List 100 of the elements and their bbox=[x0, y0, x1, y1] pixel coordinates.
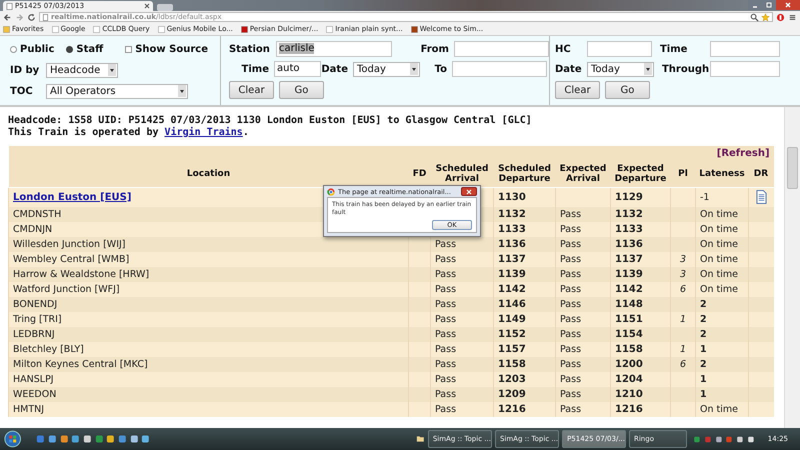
document-icon[interactable] bbox=[756, 190, 767, 204]
refresh-link[interactable]: [Refresh] bbox=[716, 148, 770, 159]
operator-link[interactable]: Virgin Trains bbox=[164, 127, 243, 138]
table-cell: Pass bbox=[430, 372, 494, 386]
table-cell: 1154 bbox=[610, 326, 670, 342]
column-header: Expected Departure bbox=[610, 161, 670, 188]
platform-cell bbox=[670, 236, 696, 252]
station-link[interactable]: London Euston [EUS] bbox=[13, 192, 132, 203]
headcode-field[interactable] bbox=[586, 41, 652, 57]
toc-select[interactable]: All Operators bbox=[46, 84, 188, 98]
from-field[interactable] bbox=[454, 41, 549, 57]
table-cell: Pass bbox=[556, 266, 610, 282]
field-label: TOC bbox=[10, 86, 34, 96]
go-button[interactable]: Go bbox=[604, 81, 650, 99]
radio-button[interactable] bbox=[10, 46, 17, 52]
page-icon bbox=[42, 14, 49, 20]
table-cell: 1132 bbox=[610, 206, 670, 222]
checkbox[interactable] bbox=[125, 46, 132, 52]
date-select[interactable]: Today bbox=[586, 62, 654, 76]
through-field[interactable] bbox=[710, 61, 780, 77]
location-cell: HANSLPJ bbox=[8, 372, 408, 386]
close-icon[interactable] bbox=[144, 3, 150, 9]
platform-cell: 1 bbox=[670, 312, 696, 326]
bookmark-icon bbox=[240, 26, 248, 32]
start-button[interactable] bbox=[4, 429, 22, 449]
bookmark-icon bbox=[3, 26, 10, 32]
column-header: Scheduled Arrival bbox=[430, 161, 494, 188]
radio-label: Staff bbox=[76, 44, 104, 54]
lateness-cell: On time bbox=[696, 206, 748, 222]
to-field[interactable] bbox=[452, 61, 547, 77]
close-button[interactable] bbox=[461, 187, 477, 196]
clear-button[interactable]: Clear bbox=[554, 81, 600, 99]
table-cell: 1139 bbox=[494, 266, 556, 282]
maximize-icon bbox=[764, 1, 774, 9]
field-label: Time bbox=[240, 64, 270, 74]
radio-button[interactable] bbox=[66, 46, 74, 52]
table-cell: 1136 bbox=[494, 236, 556, 252]
table-cell: Pass bbox=[430, 356, 494, 372]
minimize-button[interactable] bbox=[748, 0, 762, 10]
back-icon[interactable] bbox=[3, 12, 12, 22]
go-button[interactable]: Go bbox=[278, 81, 324, 99]
page-icon bbox=[6, 2, 13, 10]
platform-cell bbox=[670, 386, 696, 402]
column-header: Location bbox=[8, 161, 408, 188]
table-cell: 1152 bbox=[494, 326, 556, 342]
table-cell: Pass bbox=[556, 282, 610, 296]
star-icon[interactable] bbox=[761, 12, 770, 22]
field-label: Time bbox=[658, 44, 688, 54]
menu-icon[interactable] bbox=[788, 12, 797, 22]
table-cell: Pass bbox=[430, 296, 494, 312]
lateness-cell: 2 bbox=[696, 296, 748, 312]
lateness-cell: On time bbox=[696, 252, 748, 266]
search-icon[interactable] bbox=[750, 12, 759, 22]
location-cell: HMTNJ bbox=[8, 402, 408, 416]
table-cell: Pass bbox=[430, 236, 494, 252]
location-cell: WEEDON bbox=[8, 386, 408, 402]
id-by-select[interactable]: Headcode bbox=[46, 62, 118, 78]
caret-icon bbox=[644, 63, 652, 75]
extension-icon[interactable] bbox=[776, 12, 785, 22]
field-label: Station bbox=[228, 44, 271, 54]
table-cell: Pass bbox=[556, 222, 610, 236]
table-cell: Pass bbox=[556, 252, 610, 266]
location-cell: LEDBRNJ bbox=[8, 326, 408, 342]
field-label: To bbox=[434, 64, 448, 74]
table-cell: 1157 bbox=[494, 342, 556, 356]
column-header: Lateness bbox=[696, 161, 748, 188]
location-cell: Willesden Junction [WIJ] bbox=[8, 236, 408, 252]
lateness-cell: On time bbox=[696, 222, 748, 236]
table-cell: Pass bbox=[430, 386, 494, 402]
field-label: Date bbox=[320, 64, 349, 74]
time-field[interactable]: auto bbox=[274, 61, 321, 77]
table-cell: 1130 bbox=[494, 188, 556, 206]
folder-icon[interactable] bbox=[416, 434, 425, 444]
column-header: Pl bbox=[670, 161, 696, 188]
platform-cell bbox=[670, 296, 696, 312]
table-cell: Pass bbox=[556, 326, 610, 342]
table-cell: 1136 bbox=[610, 236, 670, 252]
location-cell: Harrow & Wealdstone [HRW] bbox=[8, 266, 408, 282]
table-cell: Pass bbox=[556, 372, 610, 386]
table-cell: 1216 bbox=[494, 402, 556, 416]
maximize-button[interactable] bbox=[762, 0, 776, 10]
clear-button[interactable]: Clear bbox=[228, 81, 274, 99]
bookmark-icon bbox=[158, 26, 165, 32]
vertical-scrollbar[interactable] bbox=[784, 107, 800, 428]
date-select[interactable]: Today bbox=[352, 62, 420, 76]
platform-cell: 6 bbox=[670, 356, 696, 372]
table-cell: Pass bbox=[556, 356, 610, 372]
table-cell: 1142 bbox=[494, 282, 556, 296]
table-cell: Pass bbox=[556, 312, 610, 326]
field-label: Through bbox=[660, 64, 710, 74]
checkbox-label: Show Source bbox=[135, 44, 208, 54]
reload-icon[interactable] bbox=[27, 12, 36, 22]
lateness-cell: On time bbox=[696, 236, 748, 252]
lateness-cell: 2 bbox=[696, 326, 748, 342]
time-field[interactable] bbox=[710, 41, 780, 57]
station-field[interactable]: carlisle bbox=[276, 41, 392, 57]
close-button[interactable] bbox=[776, 0, 800, 10]
table-cell: 1203 bbox=[494, 372, 556, 386]
table-cell bbox=[556, 188, 610, 206]
field-label: From bbox=[420, 44, 450, 54]
